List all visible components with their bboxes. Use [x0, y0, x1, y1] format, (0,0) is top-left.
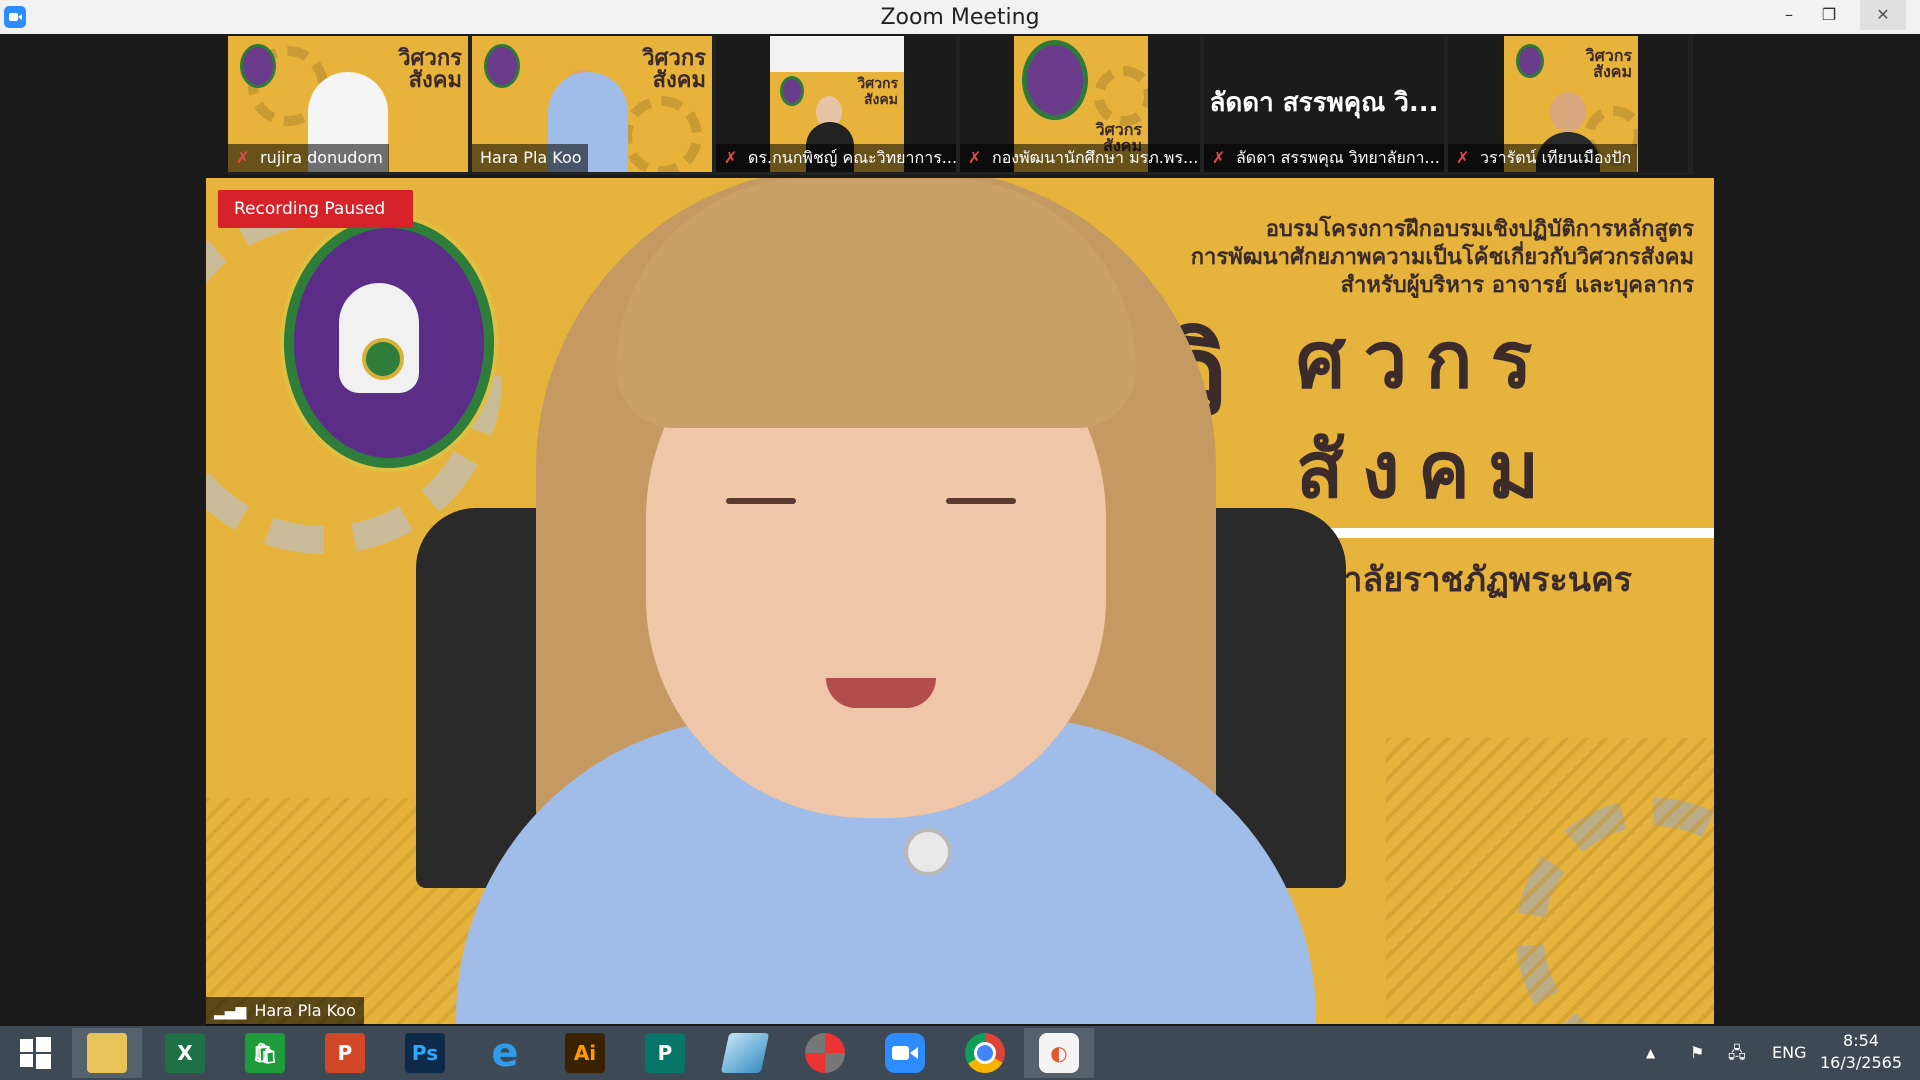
- speaker-eye: [726, 498, 796, 504]
- mic-muted-icon: ✗: [724, 148, 738, 167]
- taskbar-app[interactable]: [710, 1028, 780, 1078]
- participant-name-label: ✗ กองพัฒนานักศึกษา มรภ.พร...: [960, 144, 1200, 172]
- chrome-icon: [965, 1033, 1005, 1073]
- participant-name-label: ✗ วรารัตน์ เทียนเมืองปัก: [1448, 144, 1638, 172]
- clock-date: 16/3/2565: [1819, 1053, 1903, 1072]
- taskbar-powerpoint[interactable]: P: [310, 1028, 380, 1078]
- participant-tile[interactable]: วิศวกร สังคม ✗กองพัฒนานักศึกษา มรภ.พร...: [960, 36, 1200, 172]
- speaker-mouth: [826, 678, 936, 708]
- participant-display-name: ลัดดา สรรพคุณ วิ...: [1209, 88, 1439, 118]
- taskbar-file-explorer[interactable]: [72, 1028, 142, 1078]
- taskbar-publisher[interactable]: P: [630, 1028, 700, 1078]
- university-logo-icon: [780, 76, 804, 106]
- university-logo-icon: [240, 44, 276, 88]
- university-logo-icon: [484, 44, 520, 88]
- close-button[interactable]: ✕: [1860, 0, 1906, 30]
- powerpoint-icon: P: [325, 1033, 365, 1073]
- photoshop-icon: Ps: [405, 1033, 445, 1073]
- tile-banner-text: วิศวกร สังคม: [1585, 46, 1632, 81]
- start-button[interactable]: [0, 1028, 70, 1078]
- taskbar-clock[interactable]: 8:54 16/3/2565: [1816, 1030, 1906, 1074]
- slides-icon: ◐: [1039, 1033, 1079, 1073]
- brooch: [904, 828, 952, 876]
- participant-name-label: ✗ ดร.กนกพิชญ์ คณะวิทยาการ...: [716, 144, 956, 172]
- university-logo-icon: [1516, 44, 1544, 78]
- mic-muted-icon: ✗: [1456, 148, 1470, 167]
- tile-banner-text: วิศวกร สังคม: [398, 46, 462, 93]
- illustrator-icon: Ai: [565, 1033, 605, 1073]
- speaker-eye: [946, 498, 1016, 504]
- app-icon: [720, 1033, 770, 1073]
- participant-tile-no-video[interactable]: ลัดดา สรรพคุณ วิ... ✗ ลัดดา สรรพคุณ วิทยา…: [1204, 36, 1444, 172]
- title-bar: Zoom Meeting – ❐ ✕: [0, 0, 1920, 34]
- speaker-bangs: [616, 178, 1136, 428]
- store-icon: 🛍: [245, 1033, 285, 1073]
- active-speaker-video[interactable]: อบรมโครงการฝึกอบรมเชิงปฏิบัติการหลักสูตร…: [206, 178, 1714, 1024]
- university-logo-icon: [1022, 40, 1088, 120]
- taskbar-zoom[interactable]: [870, 1028, 940, 1078]
- taskbar-illustrator[interactable]: Ai: [550, 1028, 620, 1078]
- participant-name-label: ✗ rujira donudom: [228, 144, 389, 172]
- taskbar-photoscape[interactable]: [790, 1028, 860, 1078]
- taskbar-chrome[interactable]: [950, 1028, 1020, 1078]
- action-center-flag-icon[interactable]: ⚑: [1690, 1026, 1704, 1080]
- participant-tile[interactable]: วิศวกร สังคม ✗ ดร.กนกพิชญ์ คณะวิทยาการ...: [716, 36, 956, 172]
- banner-big-text: สังคม: [1296, 426, 1558, 516]
- participant-tile[interactable]: วิศวกร สังคม ✗ วรารัตน์ เทียนเมืองปัก: [1448, 36, 1688, 172]
- taskbar-internet-explorer[interactable]: e: [470, 1028, 540, 1078]
- photoscape-icon: [805, 1033, 845, 1073]
- mic-muted-icon: ✗: [968, 148, 982, 167]
- signal-strength-icon: ▂▄▆: [214, 1004, 247, 1020]
- banner-text: อบรมโครงการฝึกอบรมเชิงปฏิบัติการหลักสูตร…: [1190, 217, 1694, 298]
- tile-banner-text: วิศวกร สังคม: [857, 76, 898, 108]
- language-indicator[interactable]: ENG: [1772, 1026, 1806, 1080]
- taskbar-slides[interactable]: ◐: [1024, 1028, 1094, 1078]
- recording-status-badge[interactable]: Recording Paused: [218, 190, 414, 228]
- clock-time: 8:54: [1843, 1031, 1879, 1050]
- window-title: Zoom Meeting: [880, 5, 1040, 30]
- banner-big-text: ศวกร: [1296, 316, 1551, 406]
- taskbar-store[interactable]: 🛍: [230, 1028, 300, 1078]
- participant-name-label: ✗ ลัดดา สรรพคุณ วิทยาลัยกา...: [1204, 144, 1444, 172]
- windows-start-icon: [15, 1033, 55, 1073]
- mic-muted-icon: ✗: [1212, 148, 1226, 167]
- active-speaker-label: ▂▄▆ Hara Pla Koo: [206, 997, 364, 1025]
- mic-muted-icon: ✗: [236, 148, 250, 167]
- participant-tile-active[interactable]: วิศวกร สังคม Hara Pla Koo: [472, 36, 712, 172]
- taskbar-excel[interactable]: X: [150, 1028, 220, 1078]
- publisher-icon: P: [645, 1033, 685, 1073]
- tray-overflow-button[interactable]: ▲: [1646, 1026, 1655, 1080]
- participant-tile[interactable]: วิศวกร สังคม ✗ rujira donudom: [228, 36, 468, 172]
- internet-explorer-icon: e: [491, 1030, 519, 1076]
- taskbar-photoshop[interactable]: Ps: [390, 1028, 460, 1078]
- participant-name-label: Hara Pla Koo: [472, 144, 588, 172]
- tile-banner-text: วิศวกร สังคม: [642, 46, 706, 93]
- excel-icon: X: [165, 1033, 205, 1073]
- university-logo-icon: [284, 218, 494, 468]
- restore-button[interactable]: ❐: [1806, 0, 1852, 30]
- network-icon[interactable]: 🖧: [1728, 1026, 1746, 1080]
- file-explorer-icon: [87, 1033, 127, 1073]
- zoom-icon: [885, 1033, 925, 1073]
